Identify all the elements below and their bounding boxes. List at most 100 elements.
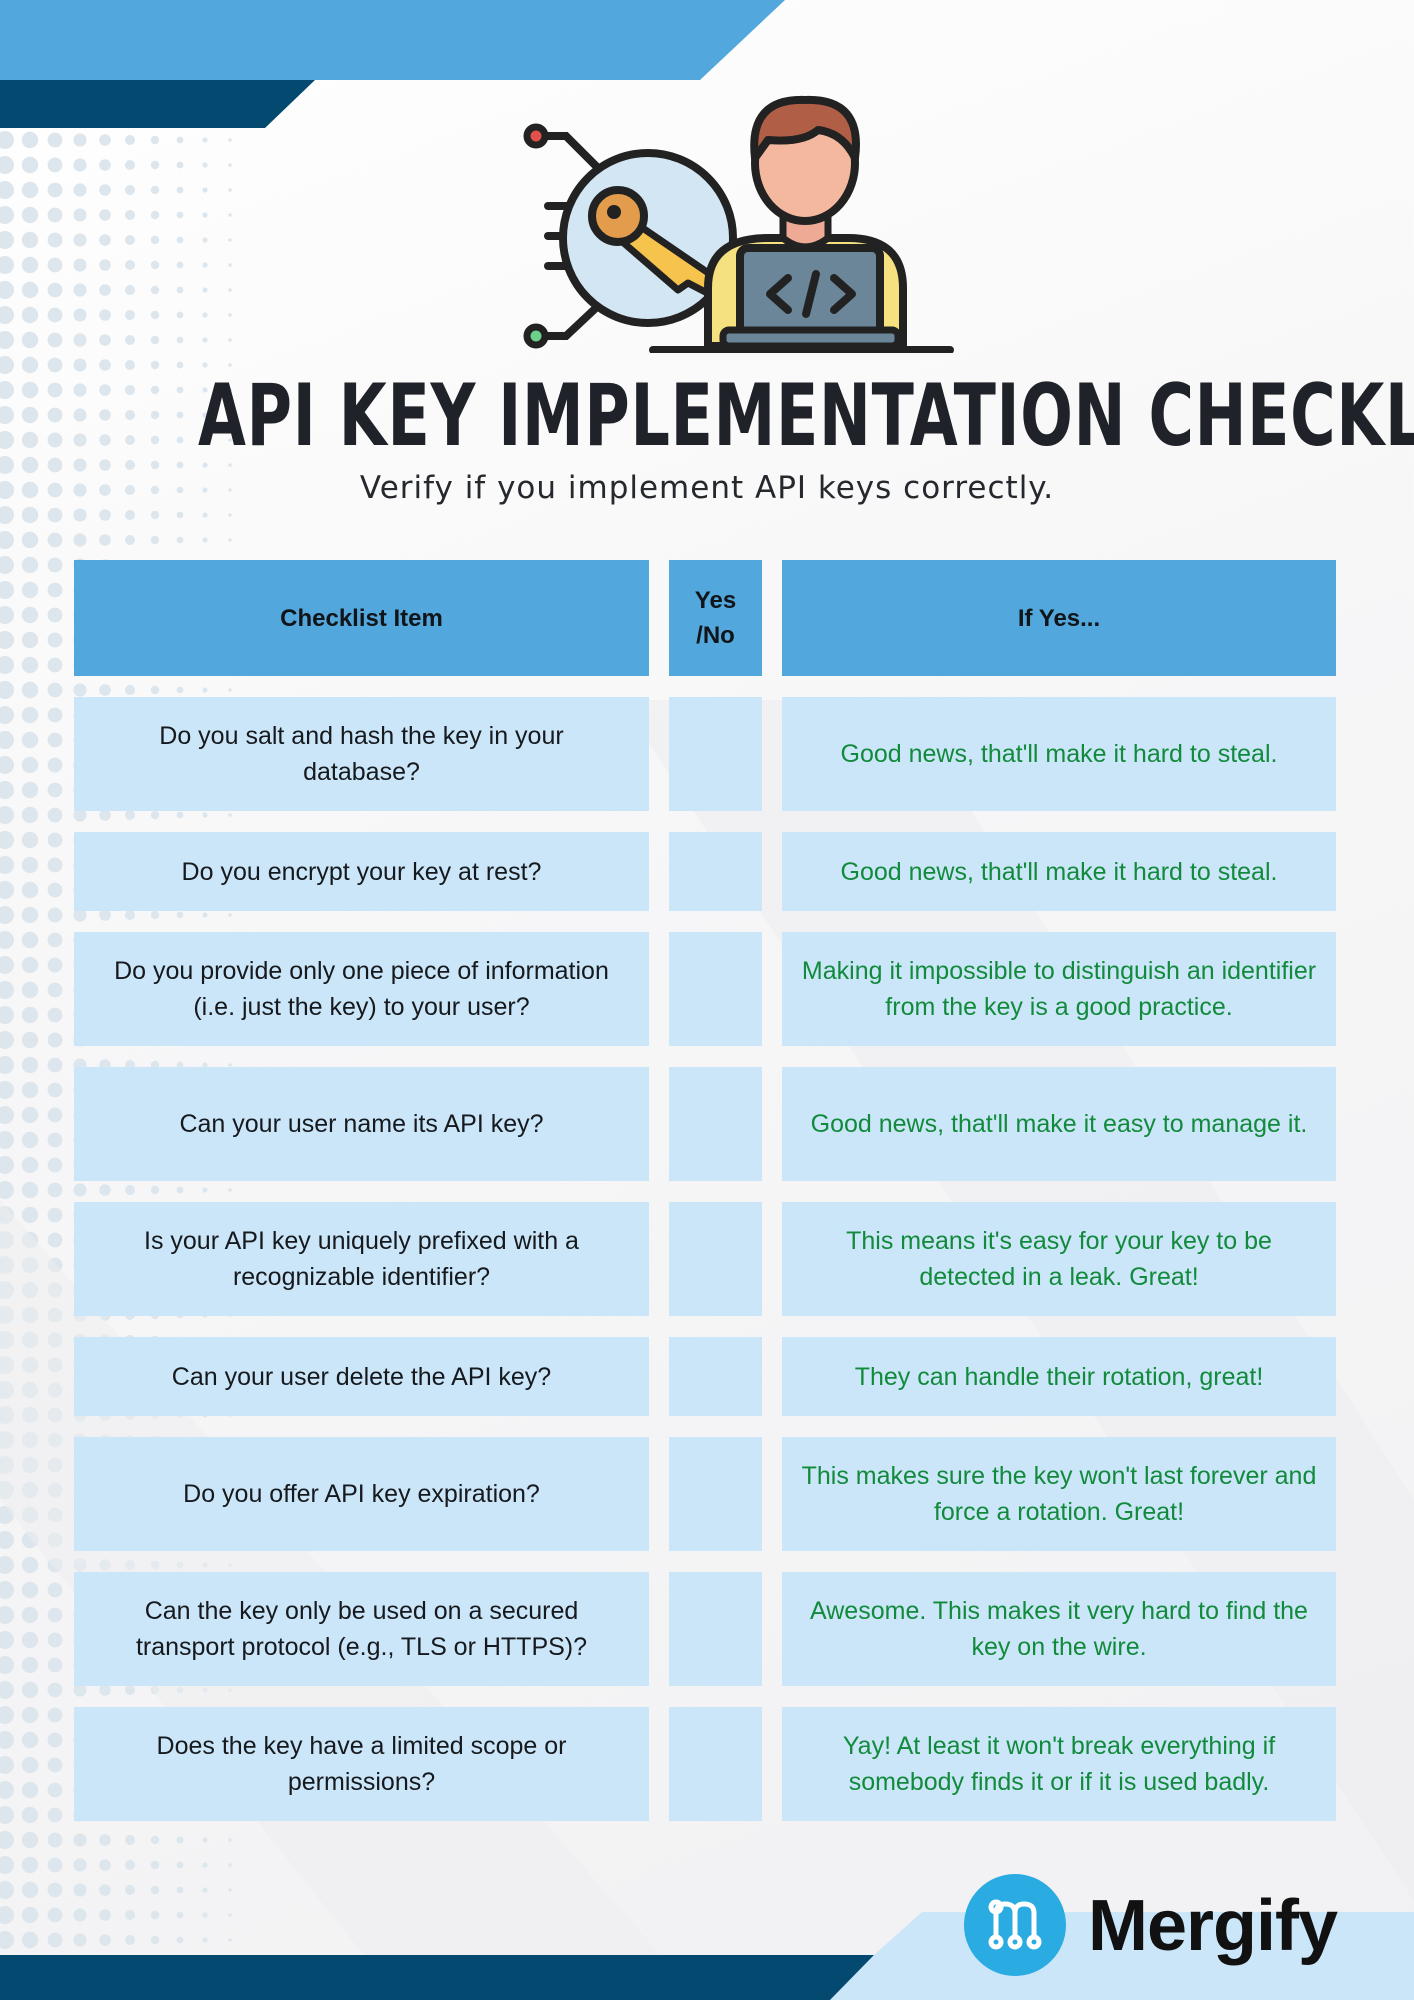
column-header-checklist-item: Checklist Item <box>74 560 649 676</box>
halftone-dot <box>73 508 87 522</box>
yes-no-answer-cell[interactable] <box>669 1437 762 1551</box>
halftone-dot <box>21 781 39 799</box>
halftone-dot <box>0 631 14 649</box>
halftone-dot <box>47 1282 63 1298</box>
halftone-dot <box>202 512 208 518</box>
halftone-dot <box>125 260 135 270</box>
checklist-table: Checklist Item Yes/No If Yes... Do you s… <box>74 560 1336 1842</box>
halftone-dot <box>21 806 39 824</box>
halftone-dot <box>125 285 135 295</box>
halftone-dot <box>99 1909 111 1921</box>
table-row: Is your API key uniquely prefixed with a… <box>74 1202 1336 1316</box>
halftone-dot <box>47 332 63 348</box>
halftone-dot <box>21 581 39 599</box>
yes-no-answer-cell[interactable] <box>669 932 762 1046</box>
halftone-dot <box>47 507 63 523</box>
checklist-item-cell: Can your user name its API key? <box>74 1067 649 1181</box>
halftone-dot <box>21 1306 39 1324</box>
halftone-dot <box>47 207 63 223</box>
halftone-dot <box>150 335 160 345</box>
halftone-dot <box>73 283 87 297</box>
halftone-dot <box>47 932 63 948</box>
halftone-dot <box>21 1381 39 1399</box>
halftone-dot <box>47 1107 63 1123</box>
halftone-dot <box>47 357 63 373</box>
if-yes-cell: Good news, that'll make it hard to steal… <box>782 832 1336 911</box>
yes-no-answer-cell[interactable] <box>669 1337 762 1416</box>
mergify-logo-icon <box>964 1874 1066 1976</box>
halftone-dot <box>47 1532 63 1548</box>
halftone-dot <box>47 832 63 848</box>
halftone-dot <box>150 1860 160 1870</box>
halftone-dot <box>21 631 39 649</box>
halftone-dot <box>125 360 135 370</box>
halftone-dot <box>176 1886 184 1894</box>
halftone-dot <box>47 1607 63 1623</box>
halftone-dot <box>0 756 14 774</box>
halftone-dot <box>21 431 39 449</box>
halftone-dot <box>21 931 39 949</box>
checklist-item-cell: Does the key have a limited scope or per… <box>74 1707 649 1821</box>
yes-no-answer-cell[interactable] <box>669 697 762 811</box>
top-light-band <box>0 0 785 80</box>
halftone-dot <box>0 1356 14 1374</box>
yes-no-answer-cell[interactable] <box>669 1572 762 1686</box>
halftone-dot <box>21 1531 39 1549</box>
halftone-dot <box>47 782 63 798</box>
halftone-dot <box>125 135 135 145</box>
halftone-dot <box>125 1935 135 1945</box>
halftone-dot <box>47 1507 63 1523</box>
halftone-dot <box>47 807 63 823</box>
halftone-dot <box>0 1631 14 1649</box>
halftone-dot <box>0 206 14 224</box>
halftone-dot <box>0 1856 14 1874</box>
yes-no-answer-cell[interactable] <box>669 1707 762 1821</box>
halftone-dot <box>125 310 135 320</box>
halftone-dot <box>73 233 87 247</box>
halftone-dot <box>0 1381 14 1399</box>
halftone-dot <box>73 383 87 397</box>
halftone-dot <box>0 1506 14 1524</box>
halftone-dot <box>125 535 135 545</box>
page-subtitle: Verify if you implement API keys correct… <box>359 470 1055 506</box>
halftone-dot <box>0 1781 14 1799</box>
halftone-dot <box>202 1937 208 1943</box>
halftone-dot <box>150 460 160 470</box>
halftone-dot <box>21 706 39 724</box>
halftone-dot <box>47 557 63 573</box>
halftone-dot <box>125 1860 135 1870</box>
halftone-dot <box>47 1832 63 1848</box>
halftone-dot <box>176 411 184 419</box>
table-row: Do you provide only one piece of informa… <box>74 932 1336 1046</box>
halftone-dot <box>0 156 14 174</box>
halftone-dot <box>47 257 63 273</box>
halftone-dot <box>47 1257 63 1273</box>
halftone-dot <box>0 356 14 374</box>
halftone-dot <box>125 460 135 470</box>
halftone-dot <box>21 281 39 299</box>
halftone-dot <box>73 183 87 197</box>
halftone-dot <box>99 259 111 271</box>
yes-no-answer-cell[interactable] <box>669 832 762 911</box>
halftone-dot <box>47 882 63 898</box>
halftone-dot <box>150 385 160 395</box>
yes-no-answer-cell[interactable] <box>669 1067 762 1181</box>
halftone-dot <box>47 1757 63 1773</box>
halftone-dot <box>21 331 39 349</box>
halftone-dot <box>47 1082 63 1098</box>
halftone-dot <box>228 1913 232 1917</box>
halftone-dot <box>99 284 111 296</box>
halftone-dot <box>0 1281 14 1299</box>
yes-no-answer-cell[interactable] <box>669 1202 762 1316</box>
halftone-dot <box>176 511 184 519</box>
halftone-dot <box>202 162 208 168</box>
halftone-dot <box>0 1681 14 1699</box>
halftone-dot <box>47 1482 63 1498</box>
halftone-dot <box>73 358 87 372</box>
halftone-dot <box>0 1806 14 1824</box>
halftone-dot <box>47 157 63 173</box>
bottom-dark-band <box>0 1955 874 2000</box>
halftone-dot <box>21 1106 39 1124</box>
halftone-dot <box>150 285 160 295</box>
halftone-dot <box>21 1756 39 1774</box>
